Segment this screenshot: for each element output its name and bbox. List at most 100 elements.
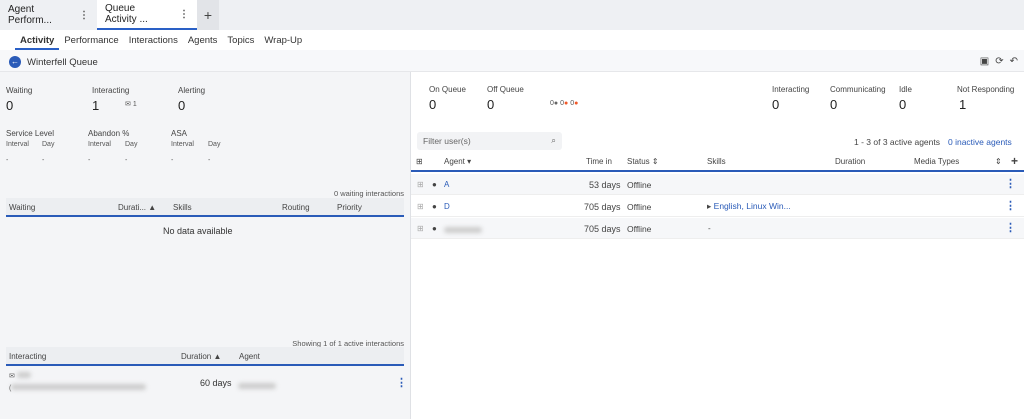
sort-asc-icon: ▲ [213, 352, 221, 361]
waiting-table-header: Waiting Durati... ▲ Skills Routing Prior… [6, 198, 404, 217]
agent-status: Offline [627, 202, 651, 212]
queue-name: Winterfell Queue [27, 57, 98, 68]
skills-value: - [708, 224, 711, 233]
col-agent[interactable]: Agent [239, 352, 260, 361]
stat-value: 0 [487, 97, 494, 112]
col-skills[interactable]: Skills [173, 203, 192, 212]
col-routing[interactable]: Routing [282, 203, 310, 212]
col-duration[interactable]: Duration [835, 157, 865, 166]
agent-status: Offline [627, 224, 651, 234]
stat-value: 0 [899, 97, 906, 112]
agent-row[interactable]: ⊞ ● 705 days Offline - ⋮ [411, 218, 1024, 239]
add-column-icon[interactable]: + [1011, 154, 1018, 168]
redacted-name [17, 372, 31, 378]
expand-caret-icon[interactable]: ▸ [707, 201, 711, 211]
stat-label: Alerting [178, 86, 205, 95]
undo-icon[interactable]: ↶ [1010, 56, 1018, 67]
tab-topics[interactable]: Topics [222, 30, 259, 50]
duration: 60 days [200, 378, 232, 388]
email-icon: ✉ [125, 101, 131, 108]
more-icon[interactable]: ⋮ [179, 9, 189, 20]
more-icon[interactable]: ⋮ [1005, 199, 1016, 212]
metric-value: - [125, 157, 127, 164]
expand-icon[interactable]: ⊞ [417, 224, 424, 233]
status-dot-icon: ● [574, 100, 578, 107]
status-dot-icon: ● [432, 202, 437, 211]
filter-users-input[interactable]: Filter user(s)⌕ [417, 132, 562, 150]
sort-icon[interactable]: ⇕ [995, 157, 1002, 166]
stat-label: Not Responding [957, 85, 1014, 94]
metric-value: - [42, 157, 44, 164]
refresh-icon[interactable]: ⟳ [995, 56, 1003, 67]
skill-link[interactable]: English [714, 201, 742, 211]
agent-name-link[interactable]: D [444, 202, 450, 211]
agent-status: Offline [627, 180, 651, 190]
redacted-address [11, 384, 146, 390]
stat-label: Interacting [92, 86, 129, 95]
stat-value: 0 [429, 97, 436, 112]
metric-sublabel: Interval [88, 141, 111, 148]
col-status[interactable]: Status ⇕ [627, 157, 659, 166]
status-dot-icon: ● [432, 224, 437, 233]
metric-value: - [208, 157, 210, 164]
tab-wrap-up[interactable]: Wrap-Up [259, 30, 307, 50]
tab-interactions[interactable]: Interactions [124, 30, 183, 50]
inactive-agents-link[interactable]: 0 inactive agents [948, 137, 1012, 147]
tab-activity[interactable]: Activity [15, 30, 59, 50]
metric-sublabel: Interval [171, 141, 194, 148]
back-arrow-icon[interactable]: ← [9, 56, 21, 68]
redacted-agent-name[interactable] [444, 227, 482, 233]
col-media-types[interactable]: Media Types [914, 157, 959, 166]
expand-all-icon[interactable]: ⊞ [416, 157, 423, 166]
tab-agents[interactable]: Agents [183, 30, 223, 50]
col-skills[interactable]: Skills [707, 157, 726, 166]
metric-sublabel: Interval [6, 141, 29, 148]
expand-icon[interactable]: ⊞ [417, 202, 424, 211]
metric-sublabel: Day [42, 141, 54, 148]
more-icon[interactable]: ⋮ [79, 10, 89, 21]
col-duration[interactable]: Duration ▲ [181, 352, 221, 361]
more-icon[interactable]: ⋮ [1005, 221, 1016, 234]
col-interacting[interactable]: Interacting [9, 352, 46, 361]
col-duration[interactable]: Durati... ▲ [118, 203, 156, 212]
agents-table-header: ⊞ Agent ▾ Time in Status ⇕ Skills Durati… [411, 152, 1024, 172]
email-count: 1 [133, 101, 137, 108]
waiting-count: 0 waiting interactions [334, 189, 404, 198]
more-icon[interactable]: ⋮ [396, 376, 407, 389]
save-icon[interactable]: ▣ [980, 56, 989, 67]
time-value: 705 [584, 224, 599, 234]
col-time-in[interactable]: Time in [586, 157, 612, 166]
sort-icon: ⇕ [652, 157, 659, 166]
metric-label: Abandon % [88, 129, 129, 138]
stat-value: 0 [830, 97, 837, 112]
col-waiting[interactable]: Waiting [9, 203, 35, 212]
agent-name-link[interactable]: A [444, 180, 449, 189]
stat-label: Off Queue [487, 85, 524, 94]
tab-label: Agent Perform... [8, 4, 65, 26]
metric-sublabel: Day [125, 141, 137, 148]
tab-label: Queue Activity ... [105, 3, 165, 25]
time-value: 53 [589, 180, 599, 190]
interacting-table-header: Interacting Duration ▲ Agent [6, 347, 404, 366]
tab-queue-activity[interactable]: Queue Activity ... ⋮ [97, 0, 197, 30]
more-icon[interactable]: ⋮ [1005, 177, 1016, 190]
col-label: Agent [444, 157, 465, 166]
time-unit: days [602, 180, 621, 190]
skill-link[interactable]: , Linux Win... [742, 201, 791, 211]
stat-label: Interacting [772, 85, 809, 94]
col-agent[interactable]: Agent ▾ [444, 157, 471, 166]
time-value: 705 [584, 202, 599, 212]
tab-bar: Agent Perform... ⋮ Queue Activity ... ⋮ + [0, 0, 1024, 30]
active-agents-count: 1 - 3 of 3 active agents [854, 137, 940, 147]
agent-row[interactable]: ⊞ ● D 705 days Offline ▸ English, Linux … [411, 196, 1024, 217]
email-icon: ✉ [9, 373, 15, 380]
metric-value: - [88, 157, 90, 164]
col-priority[interactable]: Priority [337, 203, 362, 212]
expand-icon[interactable]: ⊞ [417, 180, 424, 189]
add-tab-button[interactable]: + [197, 0, 219, 30]
tab-agent-performance[interactable]: Agent Perform... ⋮ [0, 0, 97, 30]
agent-row[interactable]: ⊞ ● A 53 days Offline ⋮ [411, 174, 1024, 195]
tab-performance[interactable]: Performance [59, 30, 123, 50]
col-label: Duration [181, 352, 211, 361]
stat-value: 1 [92, 98, 99, 113]
